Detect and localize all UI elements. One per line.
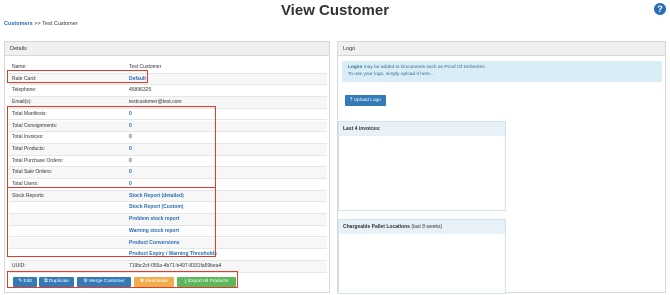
pallet-locations-note: (last 8 weeks): [411, 224, 443, 230]
upload-icon: ⤒: [350, 98, 353, 103]
last-invoices-panel: Last 4 invoices:: [338, 121, 506, 211]
pallet-locations-heading-wrap: Chargeable Pallet Locations (last 8 week…: [339, 220, 505, 234]
help-icon[interactable]: ?: [654, 3, 666, 15]
action-buttons-highlight: [7, 271, 238, 288]
breadcrumb-customers-link[interactable]: Customers: [4, 21, 33, 27]
totals-highlight: [7, 106, 216, 188]
breadcrumb-current: Test Customer: [42, 21, 78, 27]
upload-logo-label: Upload Logo: [353, 98, 381, 103]
telephone-value: 45896325: [129, 87, 152, 94]
last-invoices-heading: Last 4 invoices:: [339, 122, 505, 136]
logo-info-line2: To use your logo, simply upload it here.…: [348, 71, 434, 77]
logo-heading: Logo: [338, 42, 665, 56]
breadcrumb-separator: >>: [34, 21, 41, 27]
telephone-label: Telephone:: [12, 87, 37, 94]
pallet-locations-heading: Chargeable Pallet Locations: [343, 224, 410, 230]
telephone-row: Telephone: 45896325: [9, 85, 327, 98]
rate-card-highlight: [7, 70, 148, 83]
pallet-locations-panel: Chargeable Pallet Locations (last 8 week…: [338, 219, 506, 294]
upload-logo-button[interactable]: ⤒ Upload Logo: [345, 95, 386, 106]
logo-info-bold: Logos: [348, 65, 363, 70]
logo-info-alert: Logos may be added to Documents such as …: [342, 61, 662, 82]
stock-reports-highlight: [7, 187, 216, 257]
logo-info-text: may be added to Documents such as Proof …: [363, 65, 486, 70]
logo-panel: Logo Logos may be added to Documents suc…: [337, 41, 666, 294]
breadcrumb: Customers >> Test Customer: [4, 21, 78, 27]
details-heading: Details: [5, 42, 329, 56]
page-title: View Customer: [280, 2, 390, 19]
